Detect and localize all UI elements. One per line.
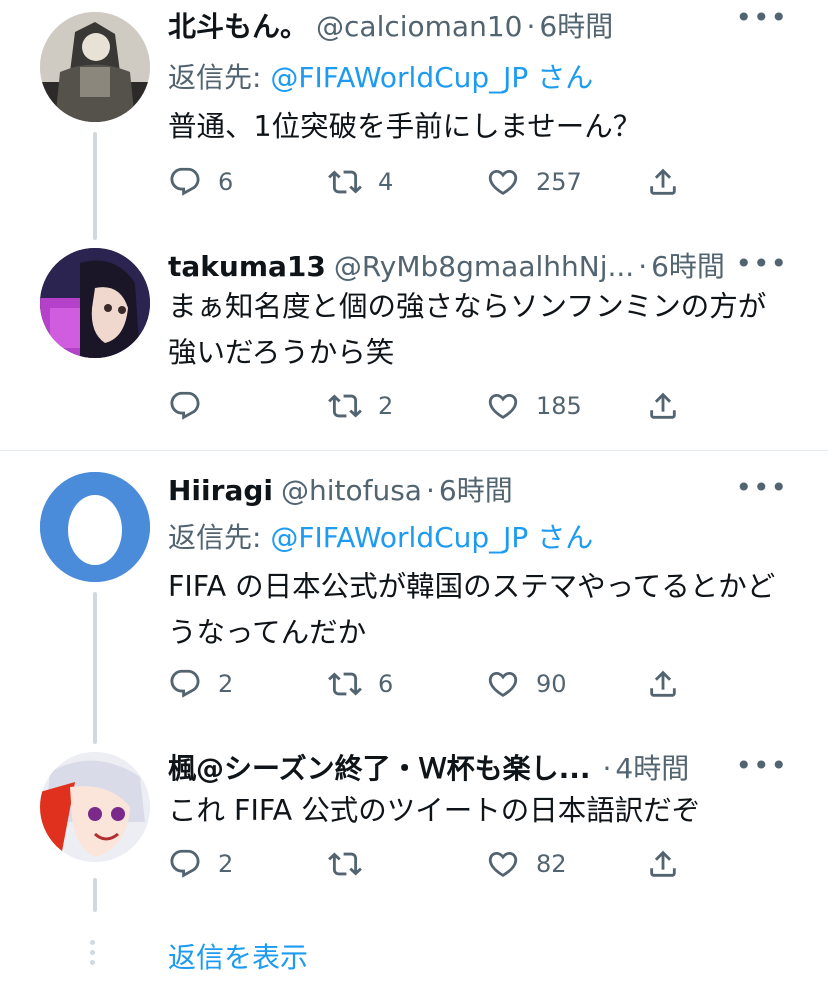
divider — [0, 450, 828, 451]
reply-button[interactable]: 2 — [168, 844, 233, 884]
share-button[interactable] — [646, 844, 696, 884]
like-count: 257 — [536, 168, 582, 196]
reply-to-prefix: 返信先: — [168, 521, 271, 554]
avatar[interactable] — [40, 472, 150, 582]
like-button[interactable]: 185 — [486, 386, 582, 426]
share-icon — [646, 847, 680, 881]
reply-button[interactable]: 6 — [168, 162, 233, 202]
display-name[interactable]: Hiiragi — [168, 470, 273, 512]
default-egg-avatar-icon — [40, 472, 150, 582]
user-handle[interactable]: @calcioman10 — [316, 6, 522, 48]
reply-count: 2 — [218, 850, 234, 878]
share-button[interactable] — [646, 162, 696, 202]
action-bar: 2 185 — [168, 386, 688, 426]
action-bar: 2 6 90 — [168, 664, 688, 704]
retweet-count: 4 — [378, 168, 394, 196]
reply-button[interactable]: 2 — [168, 664, 233, 704]
thread-line — [93, 878, 97, 912]
reply-to-mention[interactable]: @FIFAWorldCup_JP — [270, 521, 528, 554]
avatar[interactable] — [40, 752, 150, 862]
share-icon — [646, 667, 680, 701]
more-options-icon[interactable]: ••• — [735, 470, 788, 512]
tweet-header: 楓@シーズン終了・Ｗ杯も楽し... · 4時間 — [168, 748, 689, 790]
retweet-icon — [328, 847, 362, 881]
avatar[interactable] — [40, 12, 150, 122]
separator: · — [638, 250, 648, 283]
separator: · — [425, 474, 435, 507]
reply-icon — [168, 165, 202, 199]
tweet-text: まぁ知名度と個の強さならソンフンミンの方が強いだろうから笑 — [168, 290, 767, 369]
separator: · — [602, 752, 612, 785]
more-options-icon[interactable]: ••• — [735, 0, 788, 42]
share-icon — [646, 165, 680, 199]
share-button[interactable] — [646, 664, 696, 704]
avatar-photo-icon — [40, 12, 150, 122]
like-count: 185 — [536, 392, 582, 420]
tweet-header: Hiiragi @hitofusa · 6時間 — [168, 470, 513, 512]
share-button[interactable] — [646, 386, 696, 426]
reply-to-suffix: さん — [528, 61, 594, 94]
like-count: 90 — [536, 670, 567, 698]
more-options-icon[interactable]: ••• — [735, 748, 788, 790]
retweet-icon — [328, 389, 362, 423]
tweet-header: takuma13 @RyMb8gmaalhhNj... · 6時間 — [168, 246, 725, 288]
user-handle[interactable]: @RyMb8gmaalhhNj... — [334, 246, 634, 288]
thread-line — [93, 132, 97, 240]
retweet-count: 2 — [378, 392, 394, 420]
retweet-icon — [328, 165, 362, 199]
action-bar: 6 4 257 — [168, 162, 688, 202]
retweet-button[interactable]: 6 — [328, 664, 393, 704]
reply-icon — [168, 847, 202, 881]
display-name[interactable]: takuma13 — [168, 246, 326, 288]
timestamp[interactable]: 4時間 — [615, 748, 689, 790]
separator: · — [526, 10, 536, 43]
heart-icon — [486, 389, 520, 423]
thread-continuation-dots — [90, 940, 100, 970]
retweet-icon — [328, 667, 362, 701]
reply-icon — [168, 667, 202, 701]
timestamp[interactable]: 6時間 — [651, 246, 725, 288]
heart-icon — [486, 667, 520, 701]
reply-count: 2 — [218, 670, 234, 698]
more-options-icon[interactable]: ••• — [735, 246, 788, 288]
retweet-count: 6 — [378, 670, 394, 698]
heart-icon — [486, 847, 520, 881]
thread-line — [93, 592, 97, 744]
retweet-button[interactable]: 2 — [328, 386, 393, 426]
tweet-header: 北斗もん。 @calcioman10 · 6時間 — [168, 6, 613, 48]
tweet-text: これ FIFA 公式のツイートの日本語訳だぞ — [168, 794, 701, 827]
retweet-button[interactable]: 4 — [328, 162, 393, 202]
like-count: 82 — [536, 850, 567, 878]
display-name[interactable]: 楓@シーズン終了・Ｗ杯も楽し... — [168, 748, 591, 790]
timestamp[interactable]: 6時間 — [539, 6, 613, 48]
avatar-anime-icon — [40, 248, 150, 358]
share-icon — [646, 389, 680, 423]
timestamp[interactable]: 6時間 — [439, 470, 513, 512]
reply-to-prefix: 返信先: — [168, 61, 271, 94]
tweet-text: FIFA の日本公式が韓国のステマやってるとかどうなってんだか — [168, 570, 776, 649]
reply-count: 6 — [218, 168, 234, 196]
tweet-text: 普通、1位突破を手前にしませーん？ — [168, 110, 642, 143]
replying-to: 返信先: @FIFAWorldCup_JP さん — [168, 56, 593, 96]
reply-icon — [168, 389, 202, 423]
reply-to-mention[interactable]: @FIFAWorldCup_JP — [270, 61, 528, 94]
display-name[interactable]: 北斗もん。 — [168, 6, 308, 48]
like-button[interactable]: 82 — [486, 844, 567, 884]
replying-to: 返信先: @FIFAWorldCup_JP さん — [168, 516, 593, 556]
retweet-button[interactable] — [328, 844, 378, 884]
like-button[interactable]: 257 — [486, 162, 582, 202]
avatar-anime-icon — [40, 752, 150, 862]
like-button[interactable]: 90 — [486, 664, 567, 704]
show-replies-link[interactable]: 返信を表示 — [168, 936, 308, 976]
reply-button[interactable] — [168, 386, 218, 426]
action-bar: 2 82 — [168, 844, 688, 884]
reply-to-suffix: さん — [528, 521, 594, 554]
avatar[interactable] — [40, 248, 150, 358]
user-handle[interactable]: @hitofusa — [281, 470, 422, 512]
heart-icon — [486, 165, 520, 199]
